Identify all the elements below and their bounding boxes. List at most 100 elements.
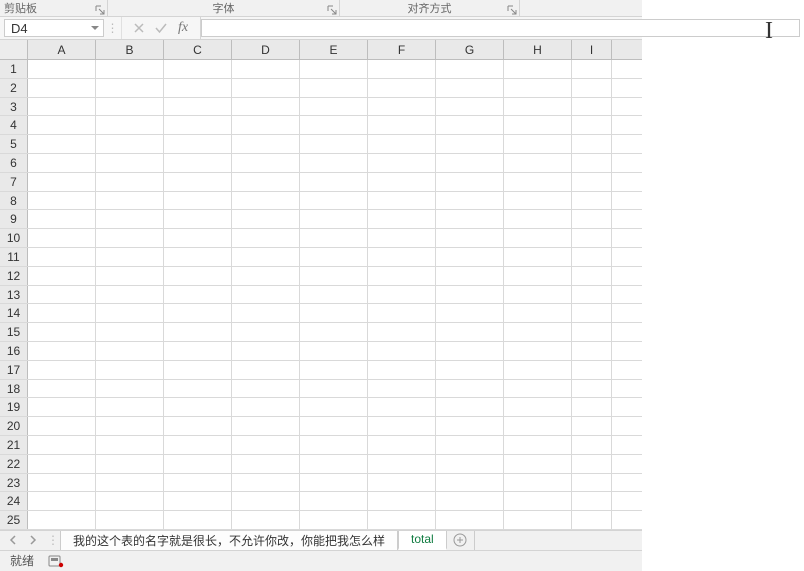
cell[interactable]: [232, 98, 300, 116]
row-header[interactable]: 4: [0, 116, 28, 134]
cell[interactable]: [436, 229, 504, 247]
cell[interactable]: [572, 417, 612, 435]
cell[interactable]: [28, 492, 96, 510]
cell[interactable]: [504, 286, 572, 304]
dialog-launcher-icon[interactable]: [95, 5, 105, 15]
cell[interactable]: [96, 210, 164, 228]
cell[interactable]: [300, 361, 368, 379]
cell[interactable]: [96, 342, 164, 360]
row-header[interactable]: 7: [0, 173, 28, 191]
cell[interactable]: [232, 267, 300, 285]
cell[interactable]: [368, 210, 436, 228]
ribbon-group-clipboard[interactable]: 剪贴板: [0, 0, 108, 16]
cell[interactable]: [368, 304, 436, 322]
macro-record-icon[interactable]: [48, 554, 64, 568]
cell[interactable]: [28, 192, 96, 210]
cell[interactable]: [232, 361, 300, 379]
cell[interactable]: [300, 135, 368, 153]
cell[interactable]: [572, 192, 612, 210]
cell[interactable]: [368, 154, 436, 172]
cell[interactable]: [300, 192, 368, 210]
cell[interactable]: [232, 79, 300, 97]
cell[interactable]: [164, 417, 232, 435]
cell[interactable]: [96, 417, 164, 435]
name-box-dropdown-icon[interactable]: [87, 24, 103, 32]
cell[interactable]: [572, 135, 612, 153]
cell[interactable]: [232, 342, 300, 360]
cell[interactable]: [232, 60, 300, 78]
row-header[interactable]: 17: [0, 361, 28, 379]
cell[interactable]: [504, 79, 572, 97]
row-header[interactable]: 3: [0, 98, 28, 116]
cell[interactable]: [300, 304, 368, 322]
cell[interactable]: [96, 511, 164, 529]
cell[interactable]: [28, 304, 96, 322]
row-header[interactable]: 20: [0, 417, 28, 435]
cell[interactable]: [164, 192, 232, 210]
cell[interactable]: [300, 210, 368, 228]
cell[interactable]: [28, 455, 96, 473]
cell[interactable]: [232, 436, 300, 454]
cell[interactable]: [164, 436, 232, 454]
cell[interactable]: [572, 286, 612, 304]
cell[interactable]: [96, 492, 164, 510]
cell[interactable]: [28, 210, 96, 228]
cell[interactable]: [96, 135, 164, 153]
cell[interactable]: [28, 323, 96, 341]
cell[interactable]: [28, 286, 96, 304]
cell[interactable]: [232, 511, 300, 529]
cell[interactable]: [28, 267, 96, 285]
cell[interactable]: [164, 455, 232, 473]
cell[interactable]: [300, 436, 368, 454]
cell[interactable]: [232, 229, 300, 247]
cell[interactable]: [164, 492, 232, 510]
cell[interactable]: [436, 323, 504, 341]
cell[interactable]: [96, 60, 164, 78]
tab-nav-prev-icon[interactable]: [8, 531, 18, 550]
cell[interactable]: [572, 511, 612, 529]
cell[interactable]: [368, 135, 436, 153]
cell[interactable]: [436, 60, 504, 78]
cell[interactable]: [504, 361, 572, 379]
cell[interactable]: [96, 248, 164, 266]
cell[interactable]: [436, 455, 504, 473]
cell[interactable]: [572, 492, 612, 510]
cell[interactable]: [436, 210, 504, 228]
cell[interactable]: [368, 323, 436, 341]
cell[interactable]: [572, 60, 612, 78]
cell[interactable]: [300, 323, 368, 341]
row-header[interactable]: 24: [0, 492, 28, 510]
cell[interactable]: [436, 474, 504, 492]
insert-function-button[interactable]: fx: [172, 17, 194, 39]
cell[interactable]: [96, 361, 164, 379]
cell[interactable]: [368, 474, 436, 492]
row-header[interactable]: 11: [0, 248, 28, 266]
ribbon-group-font[interactable]: 字体: [108, 0, 340, 16]
cell[interactable]: [572, 248, 612, 266]
column-header[interactable]: A: [28, 40, 96, 59]
cell[interactable]: [504, 342, 572, 360]
cell[interactable]: [232, 135, 300, 153]
cell[interactable]: [232, 398, 300, 416]
cell[interactable]: [28, 511, 96, 529]
dialog-launcher-icon[interactable]: [507, 5, 517, 15]
cell[interactable]: [504, 98, 572, 116]
cell[interactable]: [232, 192, 300, 210]
column-header[interactable]: D: [232, 40, 300, 59]
cell[interactable]: [504, 492, 572, 510]
cell[interactable]: [232, 492, 300, 510]
column-header[interactable]: H: [504, 40, 572, 59]
cell[interactable]: [572, 380, 612, 398]
cell[interactable]: [436, 417, 504, 435]
cell[interactable]: [436, 79, 504, 97]
cell[interactable]: [300, 60, 368, 78]
cell[interactable]: [28, 135, 96, 153]
cell[interactable]: [300, 492, 368, 510]
cell[interactable]: [572, 210, 612, 228]
cell[interactable]: [436, 173, 504, 191]
cell[interactable]: [504, 116, 572, 134]
cell[interactable]: [504, 474, 572, 492]
cell[interactable]: [368, 98, 436, 116]
cell[interactable]: [368, 361, 436, 379]
cell[interactable]: [300, 342, 368, 360]
